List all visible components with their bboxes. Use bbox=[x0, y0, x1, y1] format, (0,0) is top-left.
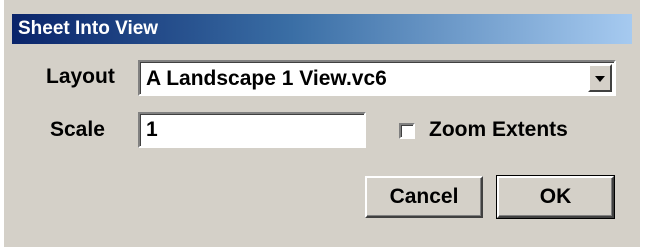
chevron-down-icon bbox=[595, 76, 605, 82]
scale-label: Scale bbox=[50, 118, 105, 141]
layout-select-value: A Landscape 1 View.vc6 bbox=[146, 67, 387, 90]
zoom-extents-checkbox[interactable] bbox=[399, 123, 415, 139]
scale-input-value: 1 bbox=[146, 118, 158, 141]
layout-select[interactable]: A Landscape 1 View.vc6 bbox=[138, 60, 616, 96]
dialog-title: Sheet Into View bbox=[18, 18, 159, 39]
scale-input[interactable]: 1 bbox=[138, 112, 366, 148]
ok-button[interactable]: OK bbox=[496, 175, 615, 219]
layout-dropdown-button[interactable] bbox=[588, 64, 612, 92]
sheet-into-view-dialog: Sheet Into View Layout A Landscape 1 Vie… bbox=[4, 0, 640, 247]
cancel-button[interactable]: Cancel bbox=[365, 176, 483, 218]
zoom-extents-label[interactable]: Zoom Extents bbox=[429, 116, 568, 144]
dialog-titlebar[interactable]: Sheet Into View bbox=[12, 14, 632, 44]
layout-label: Layout bbox=[46, 65, 115, 88]
